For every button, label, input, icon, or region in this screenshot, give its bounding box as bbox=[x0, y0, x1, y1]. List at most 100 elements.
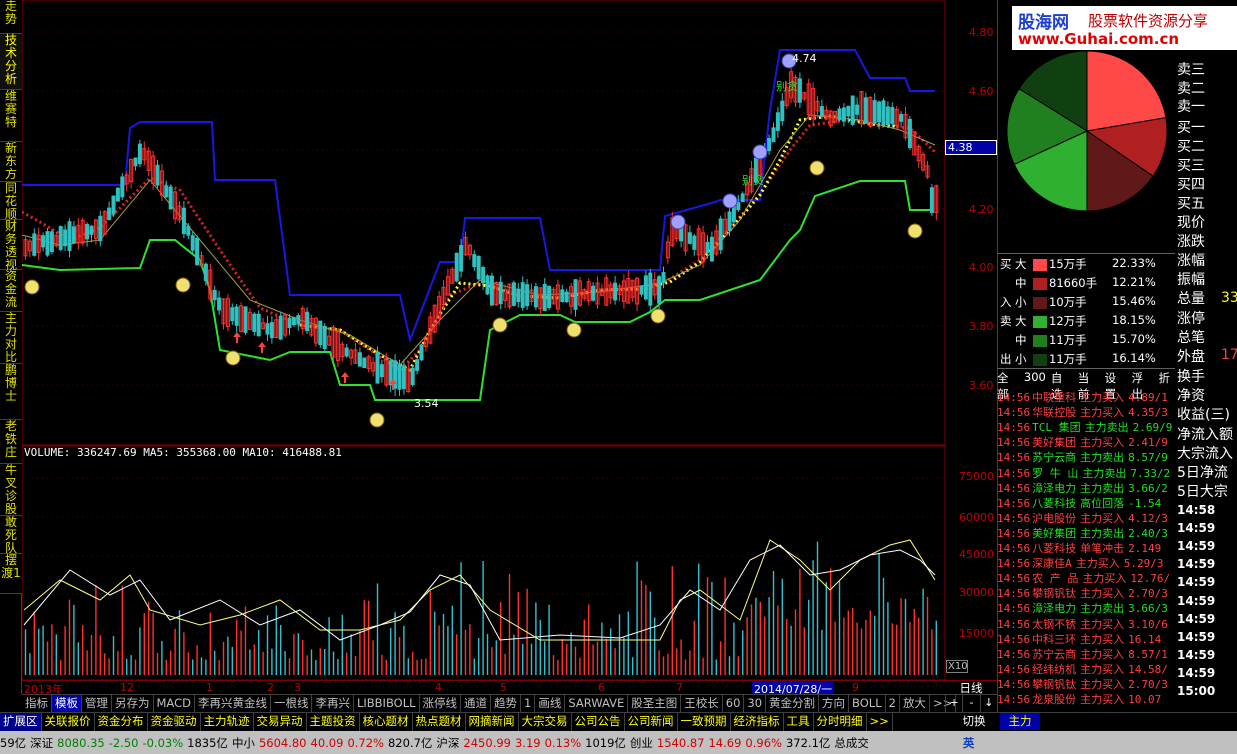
tick-row[interactable]: 14:56 漳泽电力 主力卖出 3.66/2 bbox=[997, 480, 1175, 495]
left-tab-12[interactable]: 摆渡1 bbox=[0, 554, 22, 594]
period-daily-button[interactable]: 日线 bbox=[945, 680, 997, 695]
toolbar-button[interactable]: BOLL bbox=[849, 695, 886, 713]
extension-tab[interactable]: 扩展区 bbox=[0, 713, 42, 731]
zx-label: 中小 bbox=[231, 735, 255, 750]
toolbar-button[interactable]: 李再兴黄金线 bbox=[195, 695, 271, 713]
tick-name: 经纬纺机 bbox=[1032, 662, 1077, 676]
toolbar-button[interactable]: 涨停线 bbox=[420, 695, 462, 713]
flow-size: 中 bbox=[1015, 276, 1027, 290]
left-tab-4[interactable]: 同花顺 bbox=[0, 182, 22, 221]
kline-chart[interactable] bbox=[22, 0, 997, 680]
extension-tab[interactable]: 热点题材 bbox=[413, 713, 466, 731]
tick-row[interactable]: 14:56 八菱科技 高位回落 -1.54 bbox=[997, 495, 1175, 510]
extension-tab[interactable]: 核心题材 bbox=[360, 713, 413, 731]
switch-button[interactable]: 切换 bbox=[950, 713, 998, 730]
left-tab-2[interactable]: 维赛特 bbox=[0, 90, 22, 142]
toolbar-button[interactable]: 王校长 bbox=[681, 695, 723, 713]
toolbar-button[interactable]: 模板 bbox=[52, 695, 82, 713]
extension-tab[interactable]: 交易异动 bbox=[254, 713, 307, 731]
tick-row[interactable]: 14:56 中联重科 主力买入 4.89/1 bbox=[997, 389, 1175, 404]
zoom-buttons: + - ↓ bbox=[945, 694, 997, 712]
toolbar-button[interactable]: 30 bbox=[744, 695, 767, 713]
tick-row[interactable]: 14:56 中科三环 主力买入 16.14 bbox=[997, 631, 1175, 646]
tick-row[interactable]: 14:56 罗 牛 山主力卖出 7.33/2 bbox=[997, 465, 1175, 480]
tick-filter-tab[interactable]: 当前 bbox=[1078, 370, 1100, 401]
tick-row[interactable]: 14:56 深康佳A 主力买入 5.29/3 bbox=[997, 555, 1175, 570]
left-tab-1[interactable]: 技术分析 bbox=[0, 34, 22, 90]
extension-tab[interactable]: 关联报价 bbox=[42, 713, 95, 731]
zoom-button[interactable]: ↓ bbox=[979, 694, 997, 712]
tick-filter-tab[interactable]: 自选 bbox=[1051, 370, 1073, 401]
toolbar-button[interactable]: 放大 bbox=[900, 695, 930, 713]
left-tab-8[interactable]: 鹏博士 bbox=[0, 364, 22, 420]
tick-filter-tab[interactable]: 折 bbox=[1158, 370, 1170, 386]
tick-time: 14:56 bbox=[997, 587, 1031, 601]
extension-tab[interactable]: 分时明细 bbox=[814, 713, 867, 731]
toolbar-button[interactable]: 李再兴 bbox=[312, 695, 354, 713]
tick-filter-tab[interactable]: 设置 bbox=[1105, 370, 1127, 401]
toolbar-button[interactable]: 1 bbox=[521, 695, 536, 713]
toolbar-button[interactable]: 2 bbox=[886, 695, 900, 713]
tick-row[interactable]: 14:56 农 产 品主力买入 12.76/ bbox=[997, 570, 1175, 585]
tick-row[interactable]: 14:56 漳泽电力 主力卖出 3.66/3 bbox=[997, 600, 1175, 615]
toolbar-button[interactable]: 趋势 bbox=[491, 695, 522, 713]
tick-row[interactable]: 14:56 美好集团 主力卖出 2.40/3 bbox=[997, 525, 1175, 540]
extension-tab[interactable]: 主题投资 bbox=[307, 713, 360, 731]
extension-tab[interactable]: 工具 bbox=[784, 713, 814, 731]
extension-tab[interactable]: 网摘新闻 bbox=[466, 713, 519, 731]
main-force-tab[interactable]: 主力 bbox=[1000, 713, 1040, 730]
toolbar-button[interactable]: 黄金分割 bbox=[766, 695, 820, 713]
tick-row[interactable]: 14:56 八菱科技 单笔冲击 2.149 bbox=[997, 540, 1175, 555]
stock-info-label: 5日大宗 bbox=[1177, 484, 1228, 500]
toolbar-button[interactable]: LIBBIBOLL bbox=[354, 695, 420, 713]
toolbar-button[interactable]: 60 bbox=[723, 695, 745, 713]
tick-row[interactable]: 14:56 苏宁云商 主力卖出 8.57/9 bbox=[997, 449, 1175, 464]
tick-row[interactable]: 14:56 攀钢钒钛 主力买入 2.70/3 bbox=[997, 676, 1175, 691]
hs-amount: 1019亿 bbox=[585, 735, 626, 750]
tick-row[interactable]: 14:56 经纬纺机 主力买入 14.58/ bbox=[997, 661, 1175, 676]
tick-row[interactable]: 14:56 TCL 集团 主力卖出 2.69/9 bbox=[997, 419, 1175, 434]
extension-tab[interactable]: 公司新闻 bbox=[625, 713, 678, 731]
extension-tab[interactable]: 公司公告 bbox=[572, 713, 625, 731]
ime-indicator[interactable]: 英 bbox=[963, 735, 975, 751]
tick-filter-tab[interactable]: 全部 bbox=[997, 370, 1019, 401]
left-tab-7[interactable]: 主力对比 bbox=[0, 312, 22, 364]
tick-filter-tab[interactable]: 浮出 bbox=[1132, 370, 1154, 401]
tick-time: 14:56 bbox=[997, 496, 1031, 510]
tick-row[interactable]: 14:56 美好集团 主力买入 2.41/9 bbox=[997, 434, 1175, 449]
tick-row[interactable]: 14:56 苏宁云商 主力买入 8.57/1 bbox=[997, 646, 1175, 661]
extension-tab[interactable]: 主力轨迹 bbox=[201, 713, 254, 731]
extension-tab[interactable]: 经济指标 bbox=[731, 713, 784, 731]
tick-filter-tab[interactable]: 300 bbox=[1024, 370, 1046, 386]
toolbar-button[interactable]: SARWAVE bbox=[565, 695, 629, 713]
toolbar-button[interactable]: 一根线 bbox=[271, 695, 313, 713]
left-tab-0[interactable]: 走势 bbox=[0, 0, 22, 34]
extension-tab[interactable]: 资金分布 bbox=[95, 713, 148, 731]
stock-info-label: 换手 bbox=[1177, 369, 1205, 385]
left-tab-5[interactable]: 财务透视 bbox=[0, 220, 22, 272]
left-tab-3[interactable]: 新东方 bbox=[0, 142, 22, 182]
toolbar-button[interactable]: 股圣主图 bbox=[628, 695, 682, 713]
toolbar-button[interactable]: 另存为 bbox=[112, 695, 154, 713]
toolbar-button[interactable]: 管理 bbox=[82, 695, 112, 713]
extension-tab[interactable]: >> bbox=[867, 713, 893, 731]
toolbar-button[interactable]: MACD bbox=[154, 695, 195, 713]
extension-tab[interactable]: 一致预期 bbox=[678, 713, 731, 731]
extension-tab[interactable]: 资金驱动 bbox=[148, 713, 201, 731]
tick-row[interactable]: 14:56 沪电股份 主力买入 4.12/3 bbox=[997, 510, 1175, 525]
toolbar-button[interactable]: 指标 bbox=[22, 695, 52, 713]
toolbar-button[interactable]: 方向 bbox=[819, 695, 850, 713]
left-tab-10[interactable]: 牛叉诊股 bbox=[0, 464, 22, 516]
left-tab-11[interactable]: 敢死队 bbox=[0, 516, 22, 555]
toolbar-button[interactable]: 画线 bbox=[535, 695, 566, 713]
toolbar-button[interactable]: 通道 bbox=[461, 695, 492, 713]
left-tab-9[interactable]: 老铁庄 bbox=[0, 420, 22, 464]
tick-row[interactable]: 14:56 华联控股 主力买入 4.35/3 bbox=[997, 404, 1175, 419]
left-tab-6[interactable]: 资金流 bbox=[0, 270, 22, 312]
tick-row[interactable]: 14:56 太钢不锈 主力买入 3.10/6 bbox=[997, 616, 1175, 631]
zoom-button[interactable]: + bbox=[945, 694, 962, 712]
extension-tab[interactable]: 大宗交易 bbox=[519, 713, 572, 731]
zoom-button[interactable]: - bbox=[962, 694, 979, 712]
tick-row[interactable]: 14:56 攀钢钒钛 主力买入 2.70/3 bbox=[997, 585, 1175, 600]
tick-row[interactable]: 14:56 龙泉股份 主力买入 10.07 bbox=[997, 691, 1175, 706]
